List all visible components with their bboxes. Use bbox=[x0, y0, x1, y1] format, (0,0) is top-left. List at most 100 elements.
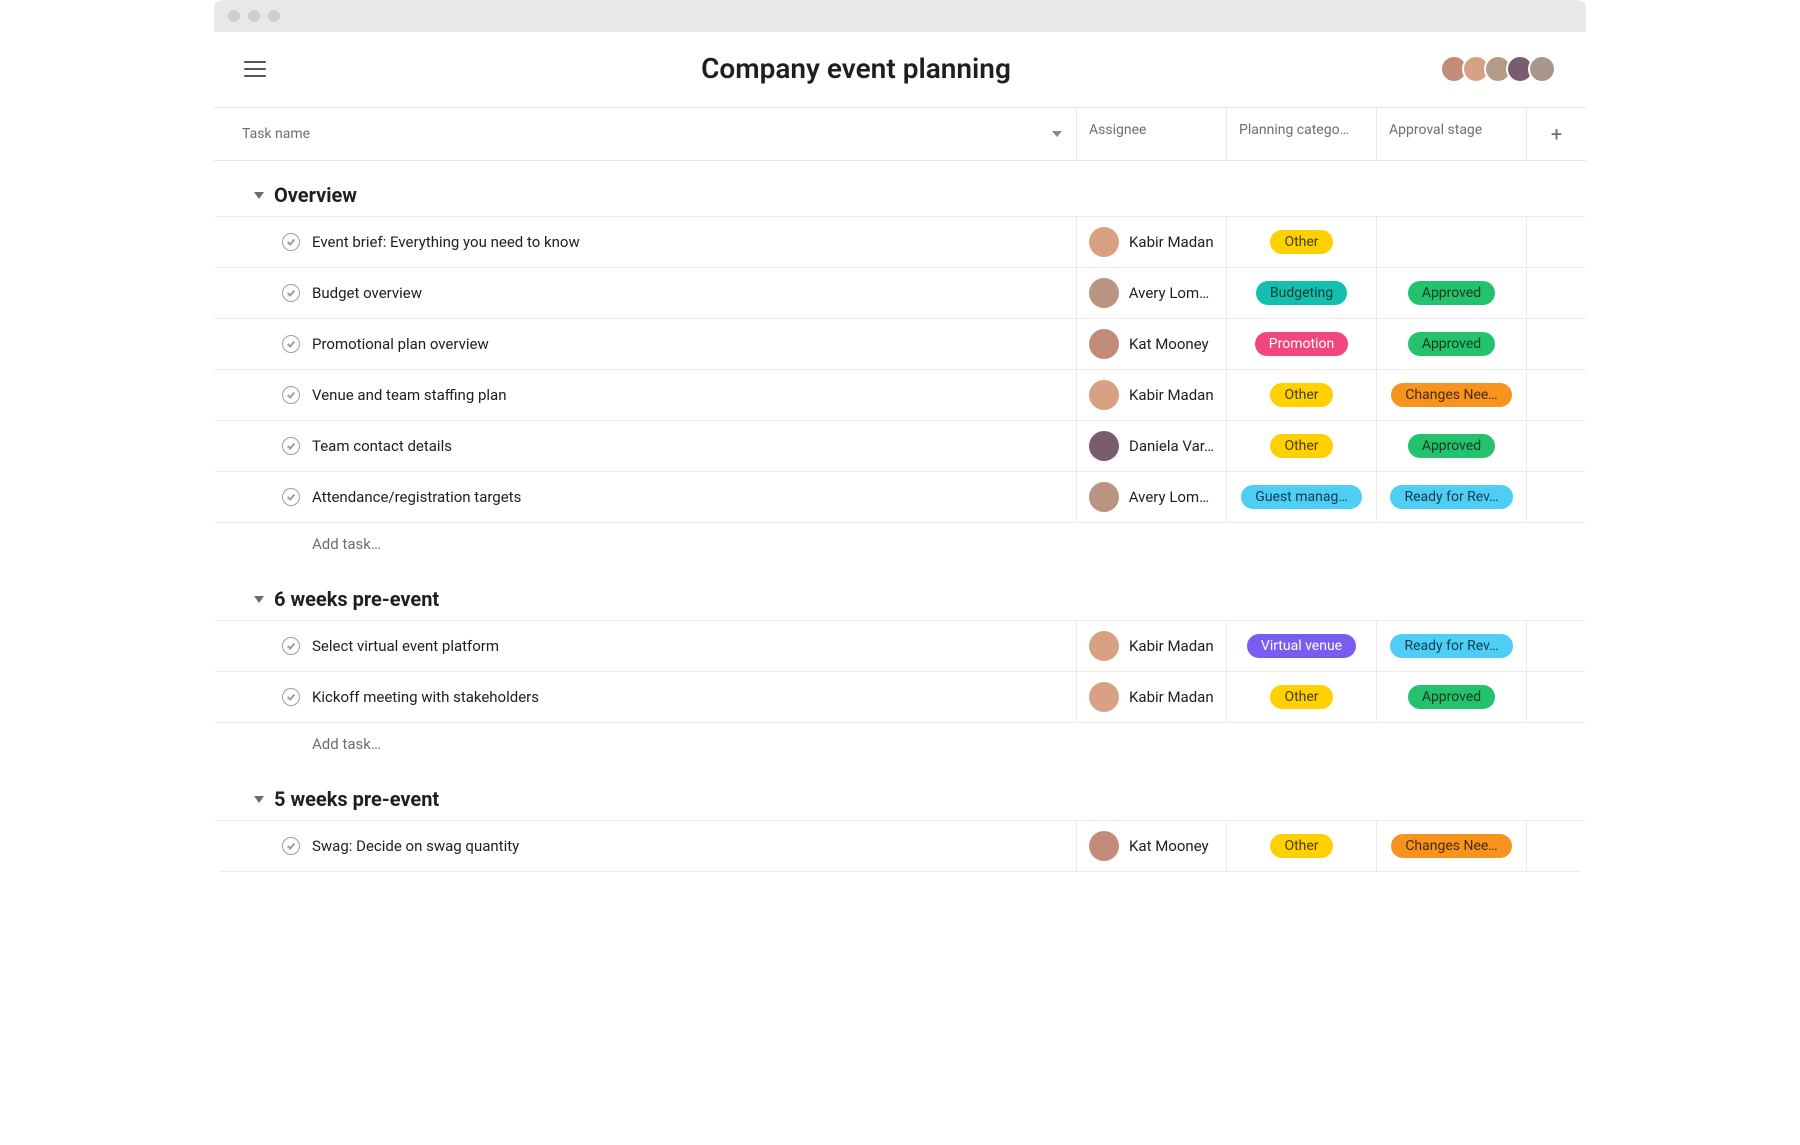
approval-cell[interactable]: Approved bbox=[1376, 672, 1526, 722]
complete-check-icon[interactable] bbox=[282, 335, 300, 353]
collapse-icon[interactable] bbox=[254, 796, 264, 803]
approval-pill: Changes Nee… bbox=[1391, 834, 1511, 858]
assignee-name: Kat Mooney bbox=[1129, 335, 1209, 353]
row-tail-cell bbox=[1526, 821, 1586, 871]
assignee-cell[interactable]: Kabir Madan bbox=[1076, 217, 1226, 267]
task-row[interactable]: Kickoff meeting with stakeholders Kabir M… bbox=[214, 671, 1586, 723]
category-cell[interactable]: Promotion bbox=[1226, 319, 1376, 369]
complete-check-icon[interactable] bbox=[282, 837, 300, 855]
approval-cell[interactable]: Ready for Rev… bbox=[1376, 621, 1526, 671]
approval-cell[interactable]: Ready for Rev… bbox=[1376, 472, 1526, 522]
category-cell[interactable]: Other bbox=[1226, 370, 1376, 420]
member-avatars[interactable] bbox=[1446, 55, 1556, 83]
section-title: Overview bbox=[274, 183, 357, 207]
task-row[interactable]: Team contact detailsDaniela Var… Other App… bbox=[214, 420, 1586, 472]
add-task-button[interactable]: Add task… bbox=[214, 523, 1586, 565]
complete-check-icon[interactable] bbox=[282, 284, 300, 302]
task-row[interactable]: Budget overview Avery Lomax Budgeting Appro… bbox=[214, 267, 1586, 319]
assignee-cell[interactable]: Kabir Madan bbox=[1076, 672, 1226, 722]
category-cell[interactable]: Other bbox=[1226, 421, 1376, 471]
col-planning-category[interactable]: Planning catego… bbox=[1226, 108, 1376, 160]
task-name-cell[interactable]: Attendance/registration targets bbox=[214, 472, 1076, 522]
assignee-name: Kat Mooney bbox=[1129, 837, 1209, 855]
task-name-cell[interactable]: Select virtual event platform bbox=[214, 621, 1076, 671]
assignee-avatar bbox=[1089, 431, 1119, 461]
task-name-cell[interactable]: Promotional plan overview bbox=[214, 319, 1076, 369]
add-column-button[interactable]: + bbox=[1526, 108, 1586, 160]
task-name-cell[interactable]: Budget overview bbox=[214, 268, 1076, 318]
task-row[interactable]: Swag: Decide on swag quantity Kat Mooney O… bbox=[214, 820, 1586, 872]
menu-icon[interactable] bbox=[244, 61, 266, 77]
task-name-cell[interactable]: Venue and team staffing plan bbox=[214, 370, 1076, 420]
assignee-cell[interactable]: Kabir Madan bbox=[1076, 370, 1226, 420]
complete-check-icon[interactable] bbox=[282, 688, 300, 706]
assignee-avatar bbox=[1089, 278, 1119, 308]
task-name-cell[interactable]: Team contact details bbox=[214, 421, 1076, 471]
row-tail-cell bbox=[1526, 421, 1586, 471]
task-name-cell[interactable]: Kickoff meeting with stakeholders bbox=[214, 672, 1076, 722]
task-row[interactable]: Event brief: Everything you need to know… bbox=[214, 216, 1586, 268]
task-name-cell[interactable]: Event brief: Everything you need to know bbox=[214, 217, 1076, 267]
assignee-cell[interactable]: Kabir Madan bbox=[1076, 621, 1226, 671]
complete-check-icon[interactable] bbox=[282, 437, 300, 455]
page-title: Company event planning bbox=[266, 52, 1446, 85]
window-min-dot[interactable] bbox=[248, 10, 260, 22]
complete-check-icon[interactable] bbox=[282, 386, 300, 404]
complete-check-icon[interactable] bbox=[282, 637, 300, 655]
category-pill: Other bbox=[1270, 685, 1332, 709]
add-task-button[interactable]: Add task… bbox=[214, 723, 1586, 765]
assignee-cell[interactable]: Avery Lomax bbox=[1076, 268, 1226, 318]
assignee-name: Kabir Madan bbox=[1129, 233, 1214, 251]
row-tail-cell bbox=[1526, 319, 1586, 369]
col-task-name-label: Task name bbox=[242, 126, 310, 142]
section-header[interactable]: Overview bbox=[214, 161, 1586, 217]
category-cell[interactable]: Other bbox=[1226, 672, 1376, 722]
category-cell[interactable]: Other bbox=[1226, 217, 1376, 267]
approval-pill: Changes Nee… bbox=[1391, 383, 1511, 407]
approval-pill: Approved bbox=[1408, 281, 1495, 305]
col-approval-stage[interactable]: Approval stage bbox=[1376, 108, 1526, 160]
category-pill: Other bbox=[1270, 834, 1332, 858]
category-pill: Budgeting bbox=[1256, 281, 1347, 305]
assignee-name: Kabir Madan bbox=[1129, 386, 1214, 404]
approval-cell[interactable]: Approved bbox=[1376, 268, 1526, 318]
approval-cell[interactable]: Approved bbox=[1376, 421, 1526, 471]
collapse-icon[interactable] bbox=[254, 596, 264, 603]
approval-cell[interactable] bbox=[1376, 217, 1526, 267]
category-pill: Other bbox=[1270, 434, 1332, 458]
approval-cell[interactable]: Changes Nee… bbox=[1376, 370, 1526, 420]
assignee-avatar bbox=[1089, 482, 1119, 512]
col-assignee[interactable]: Assignee bbox=[1076, 108, 1226, 160]
category-cell[interactable]: Other bbox=[1226, 821, 1376, 871]
approval-cell[interactable]: Changes Nee… bbox=[1376, 821, 1526, 871]
task-row[interactable]: Venue and team staffing plan Kabir Madan O… bbox=[214, 369, 1586, 421]
window-close-dot[interactable] bbox=[228, 10, 240, 22]
task-row[interactable]: Promotional plan overview Kat Mooney Promo… bbox=[214, 318, 1586, 370]
assignee-cell[interactable]: Daniela Var… bbox=[1076, 421, 1226, 471]
task-name-cell[interactable]: Swag: Decide on swag quantity bbox=[214, 821, 1076, 871]
col-task-name[interactable]: Task name bbox=[214, 108, 1076, 160]
category-pill: Guest manag… bbox=[1241, 485, 1361, 509]
avatar[interactable] bbox=[1528, 55, 1556, 83]
window-max-dot[interactable] bbox=[268, 10, 280, 22]
category-cell[interactable]: Virtual venue bbox=[1226, 621, 1376, 671]
category-cell[interactable]: Budgeting bbox=[1226, 268, 1376, 318]
section-header[interactable]: 5 weeks pre-event bbox=[214, 765, 1586, 821]
task-row[interactable]: Attendance/registration targetsAvery Lom… bbox=[214, 471, 1586, 523]
assignee-cell[interactable]: Kat Mooney bbox=[1076, 319, 1226, 369]
section-header[interactable]: 6 weeks pre-event bbox=[214, 565, 1586, 621]
task-name: Budget overview bbox=[312, 284, 422, 302]
window-chrome bbox=[214, 0, 1586, 32]
collapse-icon[interactable] bbox=[254, 192, 264, 199]
complete-check-icon[interactable] bbox=[282, 488, 300, 506]
assignee-cell[interactable]: Avery Lomax bbox=[1076, 472, 1226, 522]
chevron-down-icon[interactable] bbox=[1052, 131, 1062, 137]
task-row[interactable]: Select virtual event platformKabir Madan… bbox=[214, 620, 1586, 672]
approval-pill: Approved bbox=[1408, 434, 1495, 458]
task-name: Event brief: Everything you need to know bbox=[312, 233, 580, 251]
task-name: Kickoff meeting with stakeholders bbox=[312, 688, 539, 706]
approval-cell[interactable]: Approved bbox=[1376, 319, 1526, 369]
assignee-cell[interactable]: Kat Mooney bbox=[1076, 821, 1226, 871]
category-cell[interactable]: Guest manag… bbox=[1226, 472, 1376, 522]
complete-check-icon[interactable] bbox=[282, 233, 300, 251]
